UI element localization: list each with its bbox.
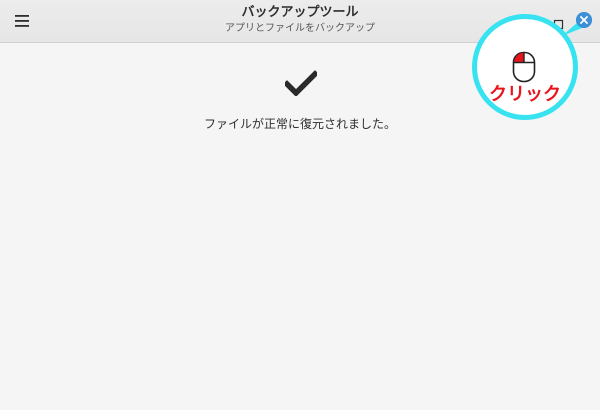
close-button-highlight <box>576 12 592 28</box>
checkmark-icon <box>285 70 317 96</box>
window-subtitle: アプリとファイルをバックアップ <box>225 23 375 34</box>
title-area: バックアップツール アプリとファイルをバックアップ <box>150 5 450 36</box>
click-annotation-label: クリック <box>489 84 561 105</box>
menu-button[interactable] <box>11 10 33 32</box>
window-title: バックアップツール <box>241 5 359 20</box>
mouse-left-click-icon <box>512 51 536 83</box>
restore-status-message: ファイルが正常に復元されました。 <box>203 117 396 131</box>
close-icon <box>580 16 588 24</box>
hamburger-menu-icon <box>15 15 29 27</box>
